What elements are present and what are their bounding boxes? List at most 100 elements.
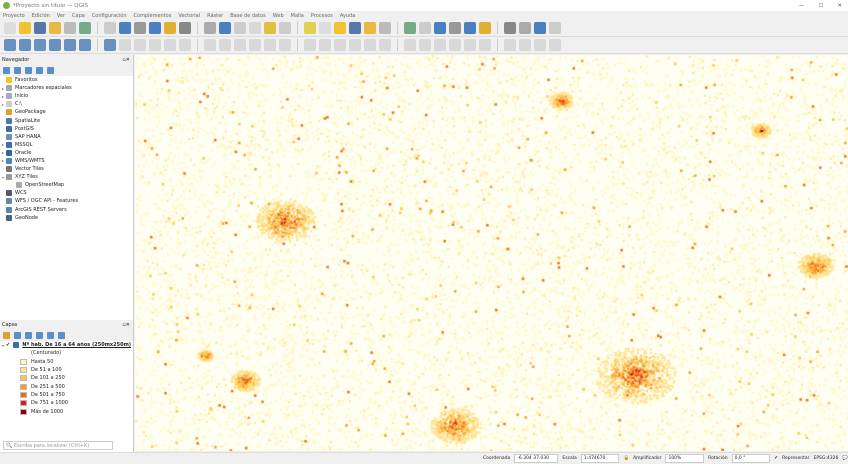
toolbar-button-icon[interactable] xyxy=(419,39,431,51)
toolbar-button-icon[interactable] xyxy=(249,22,261,34)
toolbar-button-icon[interactable] xyxy=(319,39,331,51)
toolbar-button-icon[interactable] xyxy=(34,22,46,34)
browser-item[interactable]: ▸ WMS/WMTS xyxy=(0,157,133,165)
toolbar-button-icon[interactable] xyxy=(79,22,91,34)
toolbar-button-icon[interactable] xyxy=(4,22,16,34)
menu-11[interactable]: Procesos xyxy=(311,13,333,19)
toolbar-button-icon[interactable] xyxy=(534,39,546,51)
crs-button[interactable]: EPSG:4326 xyxy=(814,456,839,461)
panel-close-icon[interactable]: ▫✕ xyxy=(122,322,130,328)
toolbar-button-icon[interactable] xyxy=(64,39,76,51)
toolbar-button-icon[interactable] xyxy=(64,22,76,34)
toolbar-button-icon[interactable] xyxy=(404,39,416,51)
toolbar-button-icon[interactable] xyxy=(219,39,231,51)
browser-item[interactable]: ▸ Oracle xyxy=(0,149,133,157)
menu-10[interactable]: Malla xyxy=(291,13,304,19)
locator-search-input[interactable]: 🔍 Escriba para localizar (Ctrl+K) xyxy=(3,441,113,450)
toolbar-button-icon[interactable] xyxy=(319,22,331,34)
toolbar-button-icon[interactable] xyxy=(434,39,446,51)
toolbar-button-icon[interactable] xyxy=(334,39,346,51)
browser-item[interactable]: OpenStreetMap xyxy=(0,181,133,189)
browser-item[interactable]: GeoPackage xyxy=(0,108,133,116)
browser-item[interactable]: SpatiaLite xyxy=(0,116,133,124)
menu-9[interactable]: Web xyxy=(273,13,284,19)
toolbar-button-icon[interactable] xyxy=(134,39,146,51)
browser-item[interactable]: ▸ Marcadores espaciales xyxy=(0,84,133,92)
browser-item[interactable]: ▸ C:\ xyxy=(0,100,133,108)
toolbar-button-icon[interactable] xyxy=(464,22,476,34)
toolbar-button-icon[interactable] xyxy=(279,39,291,51)
toolbar-button-icon[interactable] xyxy=(404,22,416,34)
toolbar-button-icon[interactable] xyxy=(219,22,231,34)
toolbar-button-icon[interactable] xyxy=(234,22,246,34)
browser-item[interactable]: WFS / OGC API - Features xyxy=(0,197,133,205)
layer-item[interactable]: ▾ ✔ Nº hab. De 16 a 64 años (250mx250m) xyxy=(0,341,133,349)
toolbar-button-icon[interactable] xyxy=(149,39,161,51)
menu-4[interactable]: Configuración xyxy=(92,13,127,19)
minimize-button[interactable]: — xyxy=(799,3,805,9)
menu-7[interactable]: Ráster xyxy=(207,13,223,19)
toolbar-button-icon[interactable] xyxy=(204,39,216,51)
filter-icon[interactable] xyxy=(25,331,32,339)
menu-1[interactable]: Edición xyxy=(32,13,50,19)
maximize-button[interactable]: ☐ xyxy=(818,3,823,9)
toolbar-button-icon[interactable] xyxy=(379,22,391,34)
browser-item[interactable]: ArcGIS REST Servers xyxy=(0,206,133,214)
toolbar-button-icon[interactable] xyxy=(179,39,191,51)
collapse-icon[interactable] xyxy=(47,331,54,339)
collapse-icon[interactable] xyxy=(36,66,43,74)
browser-item[interactable]: Favoritos xyxy=(0,76,133,84)
toolbar-button-icon[interactable] xyxy=(204,22,216,34)
remove-layer-icon[interactable] xyxy=(58,331,65,339)
browser-item[interactable]: GeoNode xyxy=(0,214,133,222)
toolbar-button-icon[interactable] xyxy=(519,39,531,51)
toolbar-button-icon[interactable] xyxy=(479,22,491,34)
toolbar-button-icon[interactable] xyxy=(479,39,491,51)
scale-field[interactable]: 1:474670 xyxy=(580,454,620,463)
toolbar-button-icon[interactable] xyxy=(304,22,316,34)
layer-visibility-checkbox[interactable]: ✔ xyxy=(6,342,10,348)
toolbar-button-icon[interactable] xyxy=(434,22,446,34)
refresh-icon[interactable] xyxy=(14,66,21,74)
toolbar-button-icon[interactable] xyxy=(19,39,31,51)
toolbar-button-icon[interactable] xyxy=(364,39,376,51)
browser-item[interactable]: SAP HANA xyxy=(0,133,133,141)
lock-icon[interactable]: 🔒 xyxy=(623,456,629,461)
toolbar-button-icon[interactable] xyxy=(119,39,131,51)
toolbar-button-icon[interactable] xyxy=(34,39,46,51)
menu-5[interactable]: Complementos xyxy=(134,13,172,19)
toolbar-button-icon[interactable] xyxy=(549,39,561,51)
add-group-icon[interactable] xyxy=(14,331,21,339)
toolbar-button-icon[interactable] xyxy=(164,39,176,51)
browser-item[interactable]: ▾ XYZ Tiles xyxy=(0,173,133,181)
expand-icon[interactable] xyxy=(36,331,43,339)
browser-item[interactable]: Vector Tiles xyxy=(0,165,133,173)
toolbar-button-icon[interactable] xyxy=(104,22,116,34)
info-icon[interactable] xyxy=(47,66,54,74)
toolbar-button-icon[interactable] xyxy=(334,22,346,34)
toolbar-button-icon[interactable] xyxy=(279,22,291,34)
toolbar-button-icon[interactable] xyxy=(534,22,546,34)
toolbar-button-icon[interactable] xyxy=(79,39,91,51)
map-canvas[interactable] xyxy=(135,55,848,451)
add-icon[interactable] xyxy=(3,66,10,74)
toolbar-button-icon[interactable] xyxy=(49,39,61,51)
browser-item[interactable]: WCS xyxy=(0,189,133,197)
toolbar-button-icon[interactable] xyxy=(304,39,316,51)
toolbar-button-icon[interactable] xyxy=(49,22,61,34)
messages-icon[interactable]: 💬 xyxy=(842,456,848,461)
toolbar-button-icon[interactable] xyxy=(449,22,461,34)
toolbar-button-icon[interactable] xyxy=(349,39,361,51)
panel-close-icon[interactable]: ▫✕ xyxy=(122,57,130,63)
style-icon[interactable] xyxy=(3,331,10,339)
toolbar-button-icon[interactable] xyxy=(149,22,161,34)
toolbar-button-icon[interactable] xyxy=(134,22,146,34)
toolbar-button-icon[interactable] xyxy=(164,22,176,34)
close-button[interactable]: ✕ xyxy=(837,3,842,9)
toolbar-button-icon[interactable] xyxy=(549,22,561,34)
toolbar-button-icon[interactable] xyxy=(19,22,31,34)
toolbar-button-icon[interactable] xyxy=(119,22,131,34)
toolbar-button-icon[interactable] xyxy=(264,22,276,34)
toolbar-button-icon[interactable] xyxy=(234,39,246,51)
toolbar-button-icon[interactable] xyxy=(504,39,516,51)
